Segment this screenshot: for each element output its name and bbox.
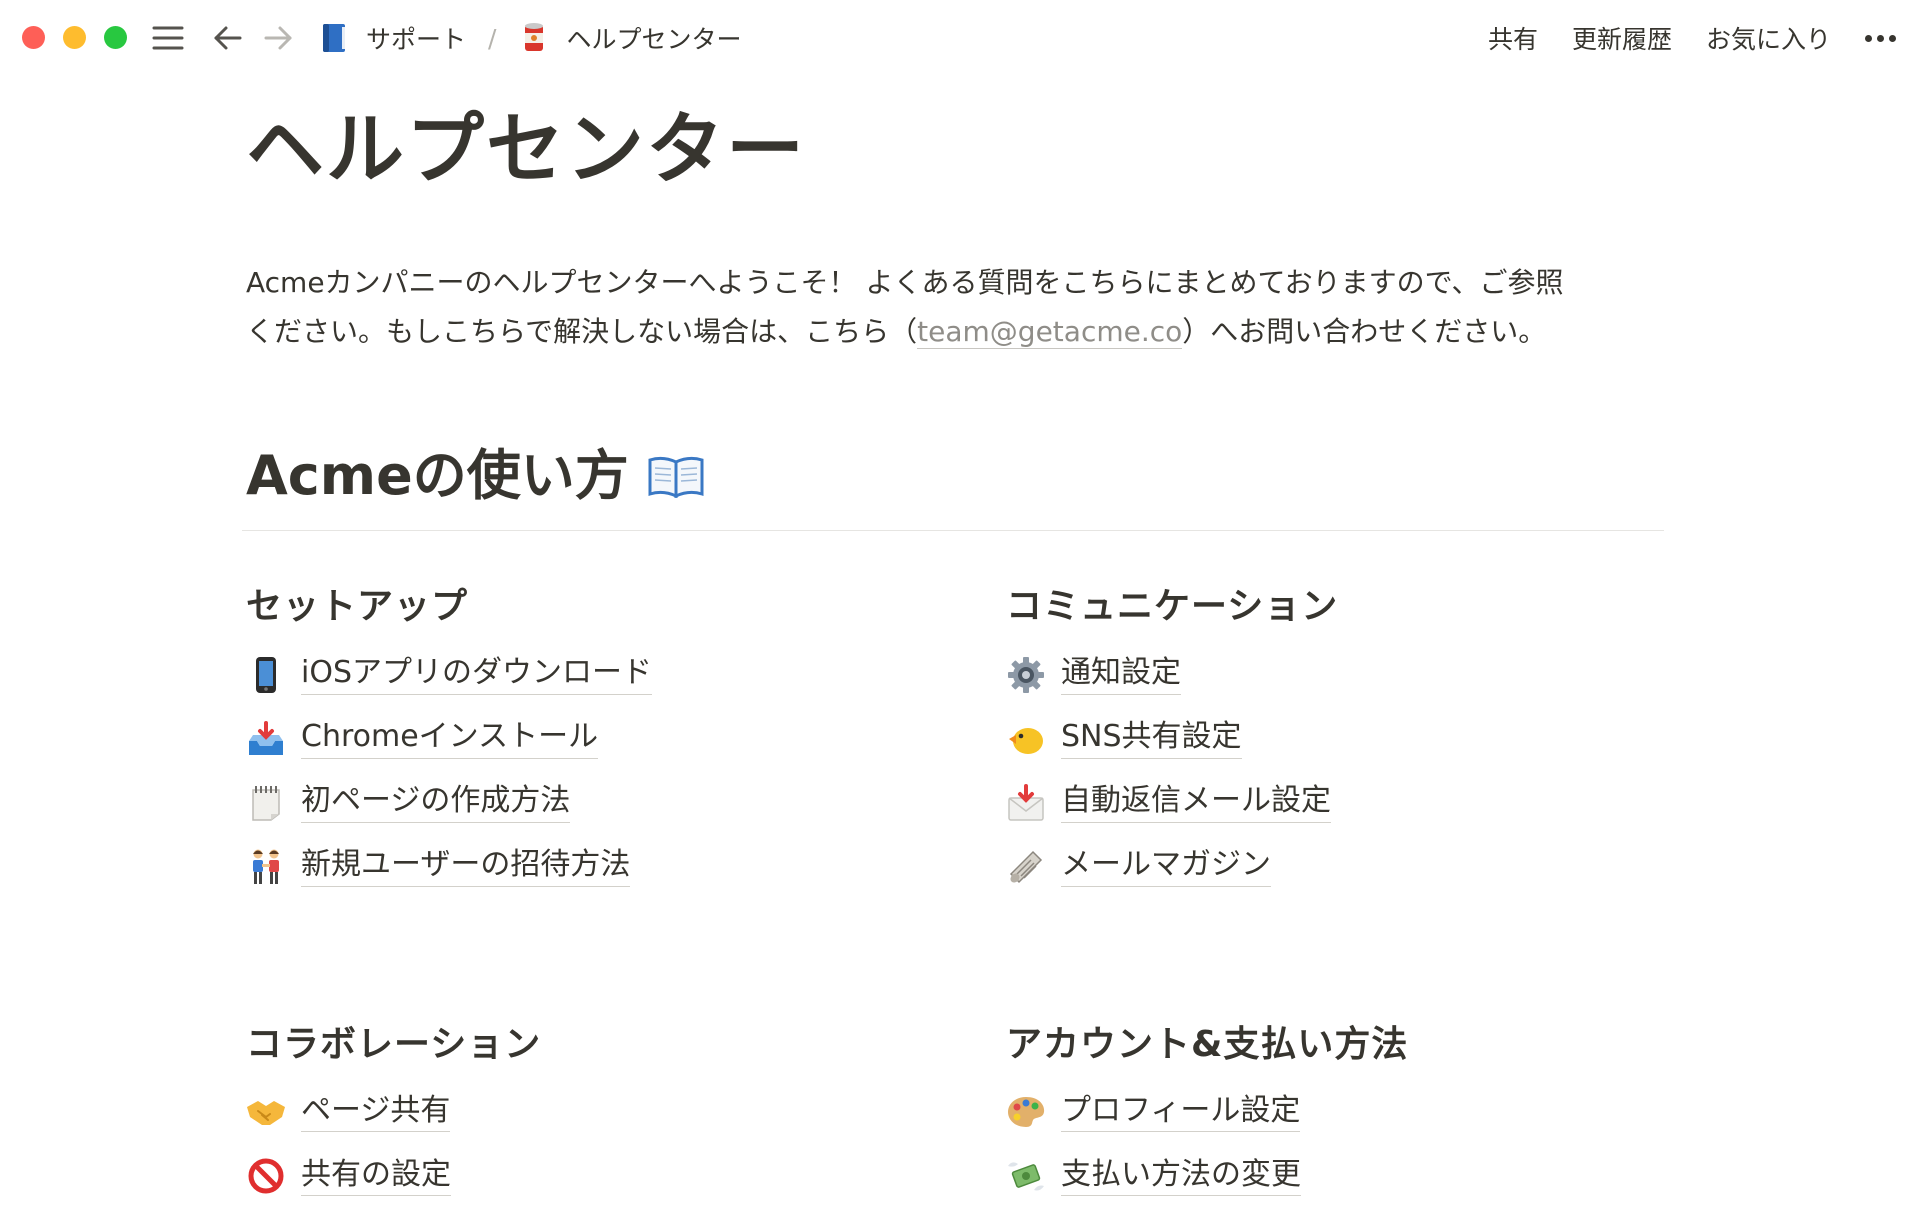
share-button[interactable]: 共有	[1488, 20, 1538, 56]
help-link-ios-app[interactable]: iOSアプリのダウンロード	[246, 643, 1006, 707]
open-book-icon	[647, 454, 705, 498]
chick-icon	[1006, 719, 1046, 759]
breadcrumb-separator: /	[488, 23, 497, 53]
help-link-auto-reply[interactable]: 自動返信メール設定	[1006, 771, 1666, 835]
help-link-newsletter[interactable]: メールマガジン	[1006, 835, 1666, 899]
help-link-first-page[interactable]: 初ページの作成方法	[246, 771, 1006, 835]
help-link-label: プロフィール設定	[1061, 1092, 1301, 1133]
help-link-share-settings[interactable]: 共有の設定	[246, 1144, 1006, 1208]
help-link-notifications[interactable]: 通知設定	[1006, 643, 1666, 707]
help-link-label: 通知設定	[1061, 654, 1181, 695]
inbox-tray-icon	[246, 719, 286, 759]
breadcrumb: サポート / ヘルプセンター	[318, 16, 741, 60]
group-communication: コミュニケーション 通知設定 SNS共有設定 自動返信メール設定 メールマガジン	[1006, 585, 1666, 898]
breadcrumb-label: サポート	[366, 25, 467, 54]
group-title: アカウント&支払い方法	[1006, 1023, 1409, 1065]
spiral-notepad-icon	[246, 783, 286, 823]
group-collaboration: コラボレーション ページ共有 共有の設定	[246, 1023, 1006, 1208]
artist-palette-icon	[1006, 1092, 1046, 1132]
intro-paragraph: Acmeカンパニーのヘルプセンターへようこそ！ よくある質問をこちらにまとめてお…	[246, 258, 1666, 356]
intro-text: ）へお問い合わせください。	[1182, 314, 1547, 348]
gear-icon	[1006, 655, 1046, 695]
help-link-label: SNS共有設定	[1061, 718, 1242, 759]
help-link-label: ページ共有	[301, 1092, 451, 1133]
top-bar: サポート / ヘルプセンター 共有 更新履歴 お気に入り	[0, 0, 1920, 74]
top-actions: 共有 更新履歴 お気に入り	[1454, 16, 1896, 60]
breadcrumb-label: ヘルプセンター	[566, 25, 742, 54]
section-heading: Acmeの使い方	[246, 444, 1666, 509]
help-link-label: Chromeインストール	[301, 718, 599, 759]
back-arrow-icon[interactable]	[210, 18, 246, 58]
help-link-label: メールマガジン	[1061, 846, 1271, 887]
help-link-page-share[interactable]: ページ共有	[246, 1080, 1006, 1144]
help-link-label: 自動返信メール設定	[1061, 782, 1331, 823]
group-account-billing: アカウント&支払い方法 プロフィール設定 支払い方法の変更	[1006, 1023, 1666, 1208]
help-link-label: 新規ユーザーの招待方法	[301, 846, 631, 887]
group-setup: セットアップ iOSアプリのダウンロード Chromeインストール 初ページの作…	[246, 585, 1006, 898]
mobile-phone-icon	[246, 655, 286, 695]
close-window-button[interactable]	[22, 26, 45, 49]
help-link-label: 初ページの作成方法	[301, 782, 571, 823]
blue-book-icon	[318, 22, 350, 54]
intro-line-2: ください。もしこちらで解決しない場合は、こちら（team@getacme.co）…	[246, 307, 1666, 356]
help-link-label: 支払い方法の変更	[1061, 1156, 1301, 1197]
menu-icon[interactable]	[150, 18, 186, 58]
intro-line-1: Acmeカンパニーのヘルプセンターへようこそ！ よくある質問をこちらにまとめてお…	[246, 265, 1564, 299]
minimize-window-button[interactable]	[63, 26, 86, 49]
group-title: コミュニケーション	[1006, 586, 1339, 628]
handshake-icon	[246, 1092, 286, 1132]
page-content: ヘルプセンター Acmeカンパニーのヘルプセンターへようこそ！ よくある質問をこ…	[242, 74, 1666, 1208]
help-link-invite-users[interactable]: 新規ユーザーの招待方法	[246, 835, 1006, 899]
people-holding-hands-icon	[246, 847, 286, 887]
intro-text: ください。もしこちらで解決しない場合は、こちら（	[246, 314, 918, 348]
group-title: セットアップ	[246, 586, 469, 628]
email-link[interactable]: team@getacme.co	[917, 314, 1183, 349]
envelope-arrow-icon	[1006, 783, 1046, 823]
history-button[interactable]: 更新履歴	[1572, 20, 1672, 56]
favorite-button[interactable]: お気に入り	[1706, 20, 1831, 56]
rolled-newspaper-icon	[1006, 847, 1046, 887]
forward-arrow-icon[interactable]	[260, 18, 296, 58]
help-link-profile[interactable]: プロフィール設定	[1006, 1080, 1666, 1144]
breadcrumb-item-help-center[interactable]: ヘルプセンター	[518, 20, 741, 56]
more-options-icon[interactable]	[1865, 34, 1896, 42]
section-title: Acmeの使い方	[246, 443, 629, 507]
prohibited-icon	[246, 1156, 286, 1196]
money-with-wings-icon	[1006, 1156, 1046, 1196]
help-link-label: iOSアプリのダウンロード	[301, 654, 652, 695]
help-link-label: 共有の設定	[301, 1156, 451, 1197]
group-title: コラボレーション	[246, 1023, 542, 1065]
help-topics-grid: セットアップ iOSアプリのダウンロード Chromeインストール 初ページの作…	[246, 531, 1666, 1207]
maximize-window-button[interactable]	[104, 26, 127, 49]
page-title: ヘルプセンター	[246, 105, 807, 195]
help-link-sns-share[interactable]: SNS共有設定	[1006, 707, 1666, 771]
help-link-payment-method[interactable]: 支払い方法の変更	[1006, 1144, 1666, 1208]
canned-food-icon	[518, 22, 550, 54]
help-link-chrome-install[interactable]: Chromeインストール	[246, 707, 1006, 771]
breadcrumb-item-support[interactable]: サポート	[318, 20, 466, 56]
